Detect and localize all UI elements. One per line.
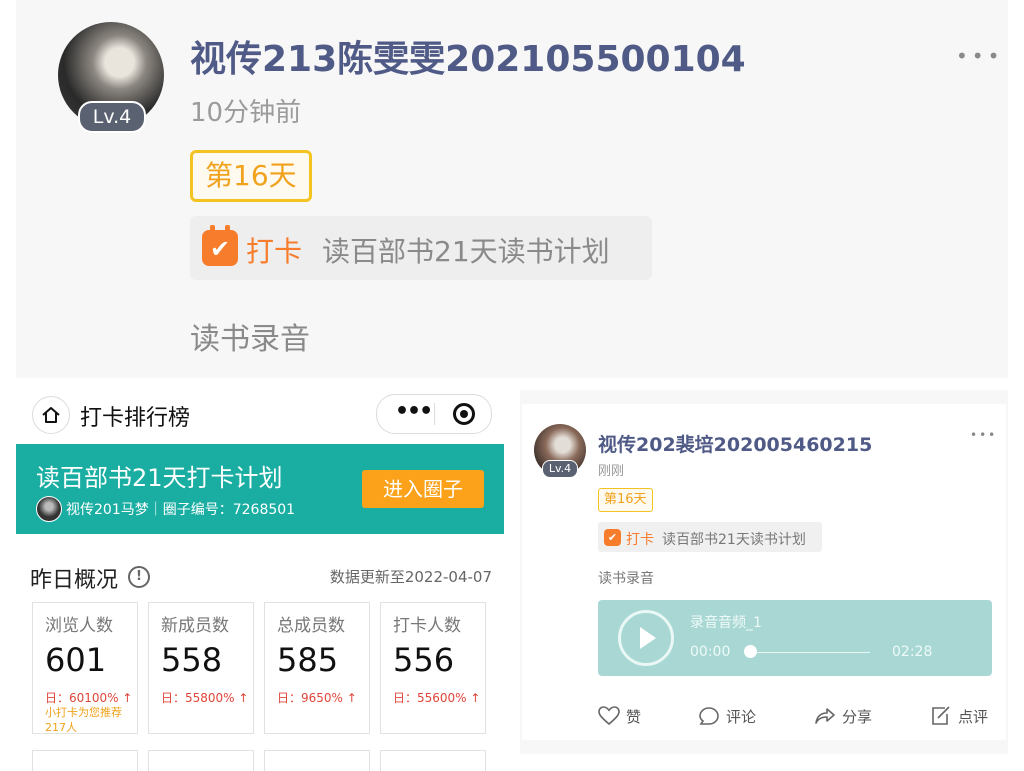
stat-value: 601 [45, 641, 107, 679]
stat-card-total-members: 总成员数 585 日：9650% ↑ [264, 602, 370, 734]
post-content: 读书录音 [598, 571, 654, 587]
stat-label: 打卡人数 [393, 616, 461, 636]
stat-change: 日：55600% ↑ [393, 691, 481, 705]
checkin-plan-link[interactable]: ✔ 打卡 读百部书21天读书计划 [598, 522, 822, 552]
plan-name: 读百部书21天读书计划 [322, 235, 610, 268]
join-circle-button[interactable]: 进入圈子 [362, 470, 484, 508]
play-button[interactable] [618, 610, 674, 666]
stat-change: 日：9650% ↑ [277, 691, 357, 705]
audio-progress-track[interactable] [750, 652, 870, 653]
comment-icon [699, 707, 719, 725]
level-badge: Lv.4 [78, 101, 146, 133]
audio-duration: 02:28 [892, 644, 933, 660]
second-post-card: Lv.4 视传202裴培202005460215 刚刚 ••• 第16天 ✔ 打… [522, 404, 1006, 740]
checkin-label: 打卡 [246, 235, 303, 268]
more-options-icon[interactable]: ••• [956, 44, 1003, 68]
checkin-label: 打卡 [626, 532, 654, 548]
top-post-card: Lv.4 视传213陈雯雯202105500104 10分钟前 ••• 第16天… [16, 0, 1008, 378]
audio-current-time: 00:00 [690, 644, 731, 660]
review-label: 点评 [958, 708, 989, 726]
overview-section: 昨日概况 ! 数据更新至2022-04-07 浏览人数 601 日：60100%… [16, 546, 504, 771]
edit-icon [932, 706, 950, 725]
stat-value: 556 [393, 641, 455, 679]
circle-title: 读百部书21天打卡计划 [36, 464, 283, 492]
comment-label: 评论 [726, 708, 757, 726]
checkin-plan-link[interactable]: ✔ 打卡 读百部书21天读书计划 [190, 216, 652, 280]
capsule-menu: ••• [376, 394, 492, 434]
calendar-check-icon: ✔ [604, 529, 621, 546]
capsule-divider [434, 403, 435, 425]
stat-change: 日：55800% ↑ [161, 691, 249, 705]
audio-player: 录音音频_1 00:00 02:28 [598, 600, 992, 676]
owner-avatar [36, 496, 62, 522]
recommend-note: 小打卡为您推荐217人 [45, 706, 122, 734]
audio-progress-thumb[interactable] [744, 645, 757, 658]
circle-banner: 读百部书21天打卡计划 视传201马梦｜圈子编号：7268501 进入圈子 [16, 444, 504, 534]
calendar-check-icon: ✔ [202, 225, 238, 266]
home-icon [42, 407, 60, 423]
stat-value: 585 [277, 641, 339, 679]
close-miniprogram-icon[interactable] [453, 403, 475, 425]
username[interactable]: 视传213陈雯雯202105500104 [190, 30, 746, 82]
post-actions: 赞 评论 分享 点评 [598, 704, 996, 730]
day-badge: 第16天 [598, 488, 653, 512]
second-post-container: Lv.4 视传202裴培202005460215 刚刚 ••• 第16天 ✔ 打… [520, 390, 1008, 754]
share-label: 分享 [842, 708, 873, 726]
more-menu-icon[interactable]: ••• [395, 399, 433, 424]
stat-card-views: 浏览人数 601 日：60100% ↑ 小打卡为您推荐217人 [32, 602, 138, 734]
stat-card-new-members: 新成员数 558 日：55800% ↑ [148, 602, 254, 734]
stat-label: 新成员数 [161, 616, 229, 636]
stat-change: 日：60100% ↑ [45, 691, 133, 705]
stat-card-checkins: 打卡人数 556 日：55600% ↑ [380, 602, 486, 734]
username[interactable]: 视传202裴培202005460215 [598, 430, 872, 457]
home-button[interactable] [32, 396, 70, 434]
stat-label: 总成员数 [277, 616, 345, 636]
more-options-icon[interactable]: ••• [970, 428, 997, 442]
level-badge: Lv.4 [542, 460, 578, 478]
day-badge: 第16天 [190, 150, 312, 202]
circle-meta: 视传201马梦｜圈子编号：7268501 [66, 502, 296, 518]
post-time: 刚刚 [598, 464, 625, 479]
stat-value: 558 [161, 641, 223, 679]
share-icon [815, 708, 835, 724]
update-date: 数据更新至2022-04-07 [329, 568, 492, 586]
nav-bar: 打卡排行榜 ••• [16, 390, 504, 442]
overview-title: 昨日概况 [30, 568, 119, 593]
stat-label: 浏览人数 [45, 616, 113, 636]
plan-name: 读百部书21天读书计划 [662, 532, 806, 548]
page-title: 打卡排行榜 [80, 406, 191, 431]
audio-title: 录音音频_1 [690, 615, 762, 631]
post-time: 10分钟前 [190, 98, 302, 128]
heart-icon [598, 706, 620, 726]
info-icon[interactable]: ! [128, 566, 150, 588]
post-content: 读书录音 [190, 322, 310, 357]
like-label: 赞 [626, 708, 642, 726]
